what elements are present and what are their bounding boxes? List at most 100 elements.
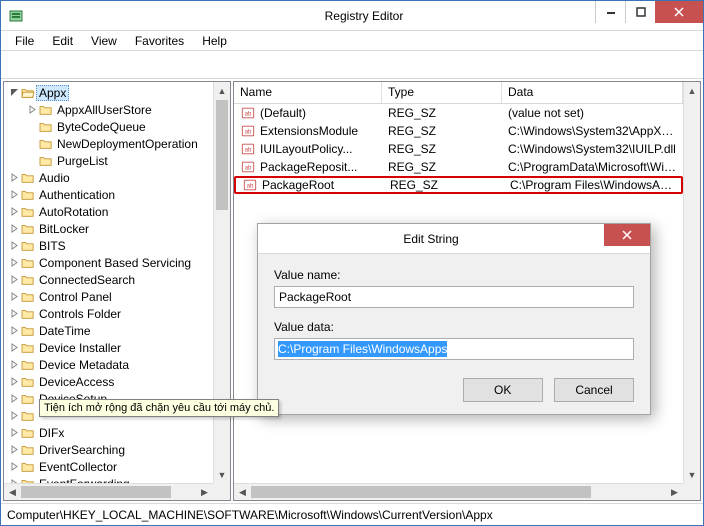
value-row[interactable]: ab(Default)REG_SZ(value not set) bbox=[234, 104, 683, 122]
folder-icon bbox=[20, 256, 36, 270]
expand-icon[interactable] bbox=[8, 377, 20, 386]
menu-file[interactable]: File bbox=[7, 32, 42, 50]
scroll-right-arrow-icon[interactable]: ▶ bbox=[666, 484, 683, 500]
value-row[interactable]: abPackageRootREG_SZC:\Program Files\Wind… bbox=[234, 176, 683, 194]
tree-item[interactable]: DIFx bbox=[8, 424, 213, 441]
maximize-button[interactable] bbox=[625, 1, 655, 23]
value-row[interactable]: abExtensionsModuleREG_SZC:\Windows\Syste… bbox=[234, 122, 683, 140]
tree-item-label: Audio bbox=[39, 171, 70, 185]
tree-item[interactable]: Control Panel bbox=[8, 288, 213, 305]
tree-item[interactable]: BitLocker bbox=[8, 220, 213, 237]
expand-icon[interactable] bbox=[8, 309, 20, 318]
minimize-button[interactable] bbox=[595, 1, 625, 23]
tree-item[interactable]: Authentication bbox=[8, 186, 213, 203]
scroll-right-arrow-icon[interactable]: ▶ bbox=[196, 484, 213, 500]
scroll-down-arrow-icon[interactable]: ▼ bbox=[214, 466, 230, 483]
value-data: C:\Windows\System32\IUILP.dll bbox=[502, 141, 683, 157]
folder-icon bbox=[20, 409, 36, 423]
value-name-input[interactable] bbox=[274, 286, 634, 308]
tree-item-label: BitLocker bbox=[39, 222, 89, 236]
column-name[interactable]: Name bbox=[234, 82, 382, 103]
tree-item[interactable]: EventForwarding bbox=[8, 475, 213, 483]
scroll-thumb[interactable] bbox=[21, 486, 171, 498]
expand-icon[interactable] bbox=[8, 445, 20, 454]
expand-icon[interactable] bbox=[8, 360, 20, 369]
scroll-left-arrow-icon[interactable]: ◀ bbox=[4, 484, 21, 500]
expand-icon[interactable] bbox=[8, 207, 20, 216]
expand-icon[interactable] bbox=[8, 292, 20, 301]
svg-text:ab: ab bbox=[245, 129, 252, 136]
value-name: (Default) bbox=[260, 106, 306, 120]
column-data[interactable]: Data bbox=[502, 82, 683, 103]
tree-pane: Appx AppxAllUserStoreByteCodeQueueNewDepl… bbox=[3, 81, 231, 501]
expand-icon[interactable] bbox=[8, 190, 20, 199]
tree-item-label: AutoRotation bbox=[39, 205, 108, 219]
tree-item[interactable]: Controls Folder bbox=[8, 305, 213, 322]
tree-item-label: DIFx bbox=[39, 426, 64, 440]
expand-icon[interactable] bbox=[8, 224, 20, 233]
tree-horizontal-scrollbar[interactable]: ◀ ▶ bbox=[4, 483, 213, 500]
value-row[interactable]: abPackageReposit...REG_SZC:\ProgramData\… bbox=[234, 158, 683, 176]
values-list[interactable]: ab (Default) REG_SZ (value not set)abExtens… bbox=[234, 104, 683, 194]
scroll-thumb[interactable] bbox=[216, 100, 228, 210]
dialog-close-button[interactable] bbox=[604, 224, 650, 246]
registry-tree[interactable]: Appx AppxAllUserStoreByteCodeQueueNewDepl… bbox=[4, 82, 213, 483]
tree-item[interactable]: Device Installer bbox=[8, 339, 213, 356]
close-button[interactable] bbox=[655, 1, 703, 23]
column-type[interactable]: Type bbox=[382, 82, 502, 103]
collapse-icon[interactable] bbox=[8, 88, 20, 97]
tree-item[interactable]: DateTime bbox=[8, 322, 213, 339]
tree-item[interactable]: Component Based Servicing bbox=[8, 254, 213, 271]
dialog-titlebar: Edit String bbox=[258, 224, 650, 254]
tree-item[interactable]: ConnectedSearch bbox=[8, 271, 213, 288]
scroll-thumb[interactable] bbox=[251, 486, 591, 498]
expand-icon[interactable] bbox=[8, 343, 20, 352]
menu-view[interactable]: View bbox=[83, 32, 125, 50]
tree-item[interactable]: PurgeList bbox=[8, 152, 213, 169]
tree-item[interactable]: DriverSearching bbox=[8, 441, 213, 458]
tree-item[interactable]: DeviceAccess bbox=[8, 373, 213, 390]
scroll-left-arrow-icon[interactable]: ◀ bbox=[234, 484, 251, 500]
scroll-down-arrow-icon[interactable]: ▼ bbox=[684, 466, 700, 483]
tree-item[interactable]: Device Metadata bbox=[8, 356, 213, 373]
expand-icon[interactable] bbox=[8, 462, 20, 471]
expand-icon[interactable] bbox=[8, 173, 20, 182]
expand-icon[interactable] bbox=[26, 105, 38, 114]
folder-icon bbox=[20, 222, 36, 236]
expand-icon[interactable] bbox=[8, 326, 20, 335]
tree-item[interactable]: AutoRotation bbox=[8, 203, 213, 220]
value-data-input[interactable]: C:\Program Files\WindowsApps bbox=[274, 338, 634, 360]
scroll-up-arrow-icon[interactable]: ▲ bbox=[214, 82, 230, 99]
value-row[interactable]: abIUILayoutPolicy...REG_SZC:\Windows\Sys… bbox=[234, 140, 683, 158]
folder-icon bbox=[20, 273, 36, 287]
tree-item[interactable]: AppxAllUserStore bbox=[8, 101, 213, 118]
tree-item[interactable]: ByteCodeQueue bbox=[8, 118, 213, 135]
value-data: C:\Program Files\WindowsApps bbox=[504, 177, 681, 193]
tree-item[interactable]: Audio bbox=[8, 169, 213, 186]
menu-favorites[interactable]: Favorites bbox=[127, 32, 192, 50]
value-data-text: C:\Program Files\WindowsApps bbox=[278, 341, 447, 357]
values-vertical-scrollbar[interactable]: ▲ ▼ bbox=[683, 82, 700, 483]
menu-edit[interactable]: Edit bbox=[44, 32, 81, 50]
tree-item-label: Controls Folder bbox=[39, 307, 121, 321]
tree-item[interactable]: NewDeploymentOperation bbox=[8, 135, 213, 152]
expand-icon[interactable] bbox=[8, 428, 20, 437]
ok-button[interactable]: OK bbox=[463, 378, 543, 402]
menu-help[interactable]: Help bbox=[194, 32, 235, 50]
tree-item-label: AppxAllUserStore bbox=[57, 103, 152, 117]
svg-text:ab: ab bbox=[245, 111, 252, 118]
value-type: REG_SZ bbox=[382, 159, 502, 175]
tree-item[interactable]: BITS bbox=[8, 237, 213, 254]
cancel-button[interactable]: Cancel bbox=[554, 378, 634, 402]
tree-item[interactable]: EventCollector bbox=[8, 458, 213, 475]
scroll-up-arrow-icon[interactable]: ▲ bbox=[684, 82, 700, 99]
expand-icon[interactable] bbox=[8, 275, 20, 284]
tree-vertical-scrollbar[interactable]: ▲ ▼ bbox=[213, 82, 230, 483]
values-horizontal-scrollbar[interactable]: ◀ ▶ bbox=[234, 483, 683, 500]
expand-icon[interactable] bbox=[8, 258, 20, 267]
value-data: (value not set) bbox=[502, 105, 683, 121]
tree-item[interactable]: Appx bbox=[8, 84, 213, 101]
expand-icon[interactable] bbox=[8, 241, 20, 250]
expand-icon[interactable] bbox=[8, 394, 20, 403]
expand-icon[interactable] bbox=[8, 411, 20, 420]
